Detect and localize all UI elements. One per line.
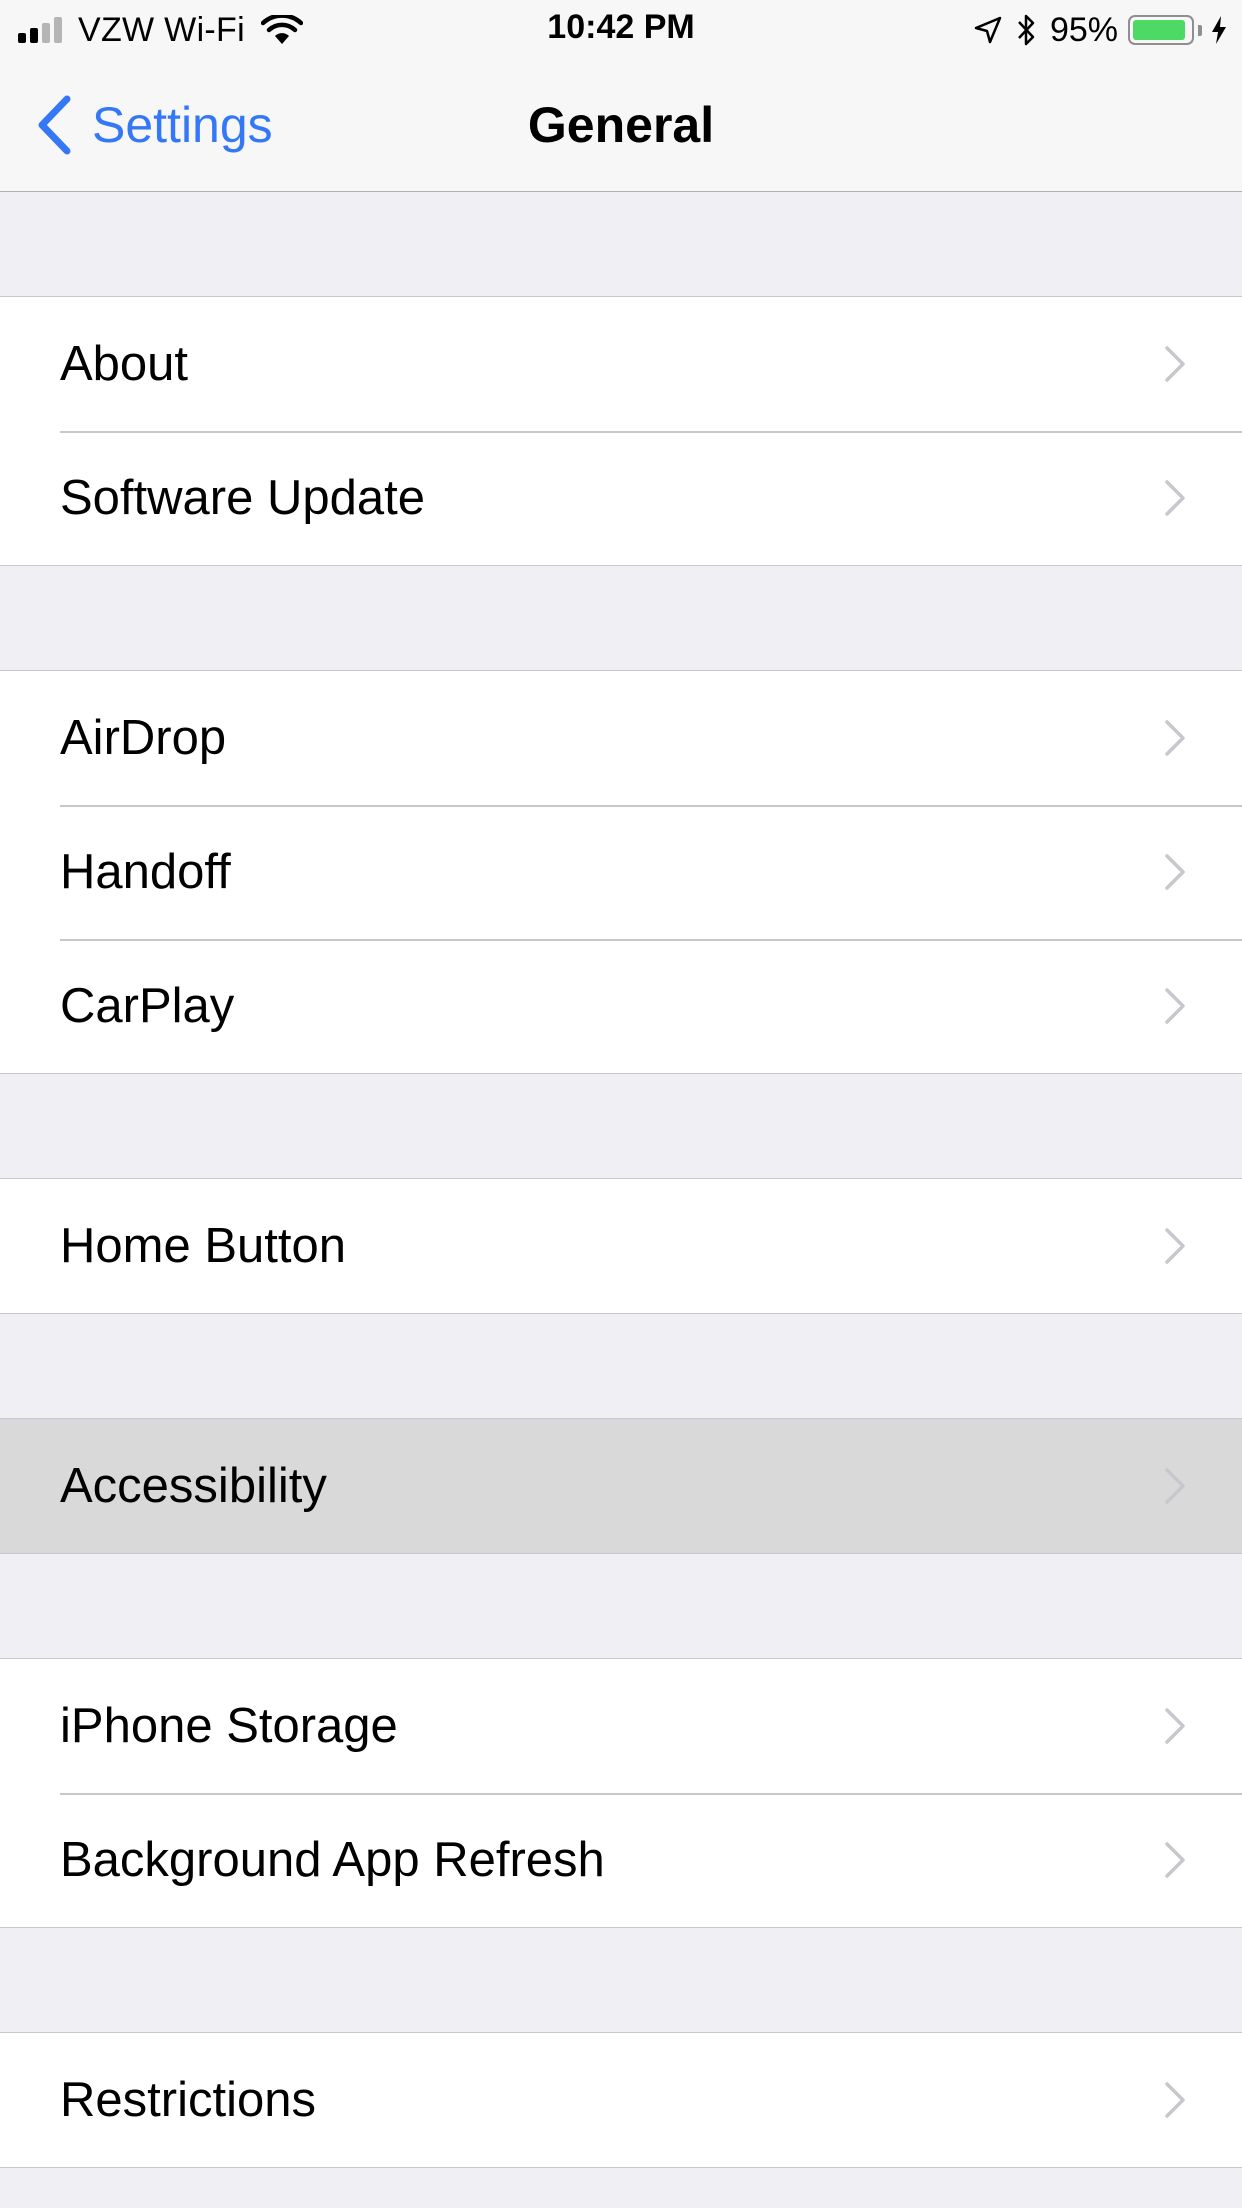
- settings-group: Accessibility: [0, 1418, 1242, 1554]
- settings-row-label: About: [60, 337, 189, 391]
- chevron-right-icon: [1165, 720, 1185, 756]
- chevron-right-icon: [1165, 1468, 1185, 1504]
- settings-row-label: Home Button: [60, 1219, 346, 1273]
- settings-group: Home Button: [0, 1178, 1242, 1314]
- settings-group: AirDrop Handoff CarPlay: [0, 670, 1242, 1074]
- location-arrow-icon: [974, 16, 1002, 44]
- settings-row-carplay[interactable]: CarPlay: [0, 939, 1242, 1073]
- settings-list: About Software Update AirDrop Handoff CarPla…: [0, 192, 1242, 2168]
- chevron-right-icon: [1165, 480, 1185, 516]
- settings-row-label: Software Update: [60, 471, 425, 525]
- chevron-right-icon: [1165, 346, 1185, 382]
- battery-icon: [1128, 15, 1194, 45]
- battery-level-fill: [1133, 20, 1185, 40]
- navigation-bar: Settings General: [0, 60, 1242, 192]
- settings-row-label: Accessibility: [60, 1459, 327, 1513]
- chevron-right-icon: [1165, 1842, 1185, 1878]
- bluetooth-icon: [1018, 14, 1035, 46]
- chevron-right-icon: [1165, 1708, 1185, 1744]
- settings-row-accessibility[interactable]: Accessibility: [0, 1419, 1242, 1553]
- settings-row-iphone-storage[interactable]: iPhone Storage: [0, 1659, 1242, 1793]
- settings-group: iPhone Storage Background App Refresh: [0, 1658, 1242, 1928]
- settings-row-about[interactable]: About: [0, 297, 1242, 431]
- chevron-right-icon: [1165, 988, 1185, 1024]
- settings-row-restrictions[interactable]: Restrictions: [0, 2033, 1242, 2167]
- chevron-right-icon: [1165, 854, 1185, 890]
- settings-group: Restrictions: [0, 2032, 1242, 2168]
- settings-row-label: Restrictions: [60, 2073, 316, 2127]
- battery-tip: [1198, 24, 1202, 36]
- page-title: General: [527, 97, 715, 153]
- chevron-right-icon: [1165, 2082, 1185, 2118]
- status-bar: VZW Wi-Fi 10:42 PM 95%: [0, 0, 1242, 60]
- settings-row-handoff[interactable]: Handoff: [0, 805, 1242, 939]
- settings-row-background-app-refresh[interactable]: Background App Refresh: [0, 1793, 1242, 1927]
- settings-row-label: Background App Refresh: [60, 1833, 605, 1887]
- charging-bolt-icon: [1212, 16, 1226, 44]
- battery-percent: 95%: [1049, 10, 1118, 49]
- settings-row-label: AirDrop: [60, 711, 227, 765]
- chevron-right-icon: [1165, 1228, 1185, 1264]
- settings-row-label: iPhone Storage: [60, 1699, 398, 1753]
- settings-row-airdrop[interactable]: AirDrop: [0, 671, 1242, 805]
- settings-row-home-button[interactable]: Home Button: [0, 1179, 1242, 1313]
- settings-row-software-update[interactable]: Software Update: [0, 431, 1242, 565]
- settings-row-label: CarPlay: [60, 979, 235, 1033]
- settings-group: About Software Update: [0, 296, 1242, 566]
- settings-row-label: Handoff: [60, 845, 231, 899]
- status-right: 95%: [974, 10, 1228, 50]
